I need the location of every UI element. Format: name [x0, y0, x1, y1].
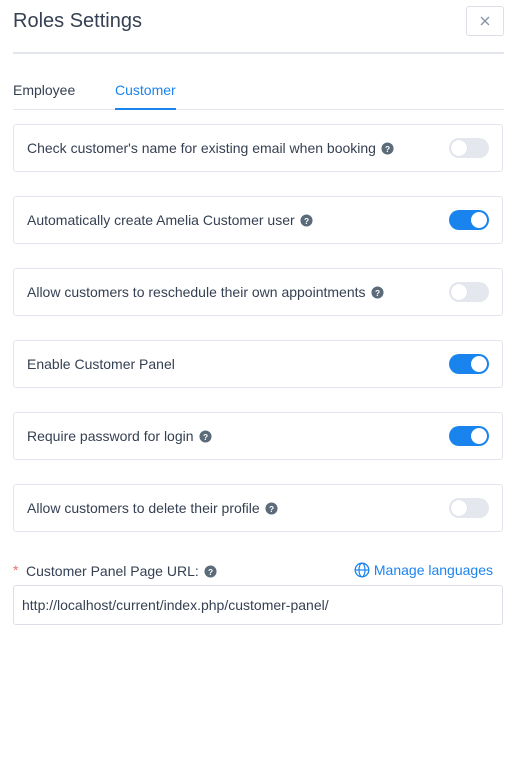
tab-employee[interactable]: Employee — [13, 82, 75, 110]
question-circle-icon[interactable]: ? — [300, 213, 313, 227]
svg-text:?: ? — [304, 215, 309, 225]
question-circle-icon[interactable]: ? — [198, 429, 212, 443]
svg-text:?: ? — [269, 503, 274, 513]
setting-label: Enable Customer Panel — [27, 356, 175, 372]
setting-auto-create-customer-user: Automatically create Amelia Customer use… — [13, 196, 503, 244]
globe-icon — [354, 562, 370, 578]
toggle-allow-delete-profile[interactable] — [449, 498, 489, 518]
setting-allow-reschedule: Allow customers to reschedule their own … — [13, 268, 503, 316]
question-circle-icon[interactable]: ? — [265, 501, 278, 515]
setting-allow-delete-profile: Allow customers to delete their profile … — [13, 484, 503, 532]
close-button[interactable] — [466, 6, 504, 36]
setting-enable-customer-panel: Enable Customer Panel — [13, 340, 503, 388]
svg-text:?: ? — [385, 143, 390, 153]
toggle-auto-create-customer-user[interactable] — [449, 210, 489, 230]
setting-label: Automatically create Amelia Customer use… — [27, 212, 295, 228]
setting-label: Allow customers to delete their profile — [27, 500, 260, 516]
close-icon — [480, 16, 490, 26]
manage-languages-label: Manage languages — [373, 562, 493, 578]
svg-text:?: ? — [202, 431, 207, 441]
customer-panel-url-label: Customer Panel Page URL: — [26, 563, 199, 579]
dialog-header: Roles Settings — [13, 0, 504, 54]
svg-text:?: ? — [374, 287, 379, 297]
question-circle-icon[interactable]: ? — [381, 141, 394, 155]
question-circle-icon[interactable]: ? — [370, 285, 384, 299]
setting-label: Check customer's name for existing email… — [27, 140, 376, 156]
manage-languages-link[interactable]: Manage languages — [354, 561, 493, 579]
setting-check-customer-name: Check customer's name for existing email… — [13, 124, 503, 172]
customer-panel-url-row: * Customer Panel Page URL: ? Manage lang… — [13, 561, 493, 581]
setting-label: Allow customers to reschedule their own … — [27, 284, 366, 300]
setting-require-password: Require password for login ? — [13, 412, 503, 460]
svg-text:?: ? — [208, 566, 213, 576]
role-tabs: Employee Customer — [13, 70, 504, 110]
toggle-enable-customer-panel[interactable] — [449, 354, 489, 374]
setting-label: Require password for login — [27, 428, 194, 444]
toggle-require-password[interactable] — [449, 426, 489, 446]
tab-customer[interactable]: Customer — [115, 82, 176, 110]
dialog-title: Roles Settings — [13, 10, 142, 32]
customer-panel-url-input[interactable] — [13, 585, 503, 625]
question-circle-icon[interactable]: ? — [204, 564, 217, 578]
toggle-check-customer-name[interactable] — [449, 138, 489, 158]
toggle-allow-reschedule[interactable] — [449, 282, 489, 302]
required-marker: * — [13, 562, 19, 578]
